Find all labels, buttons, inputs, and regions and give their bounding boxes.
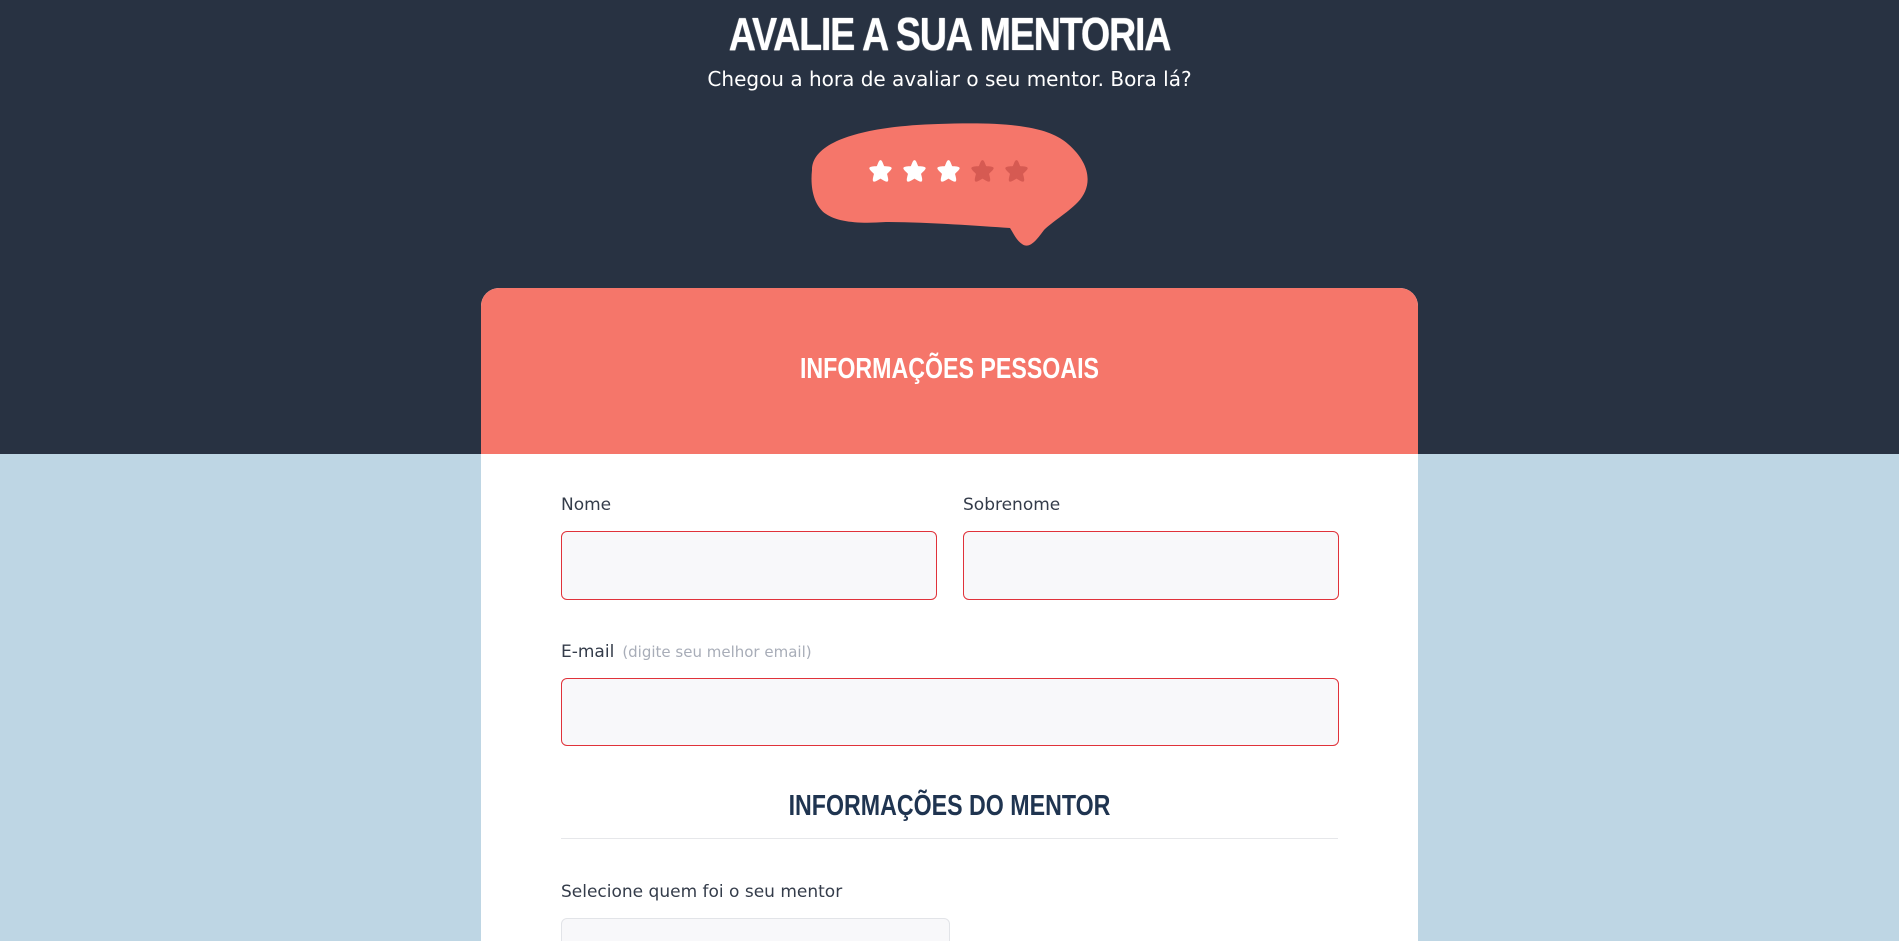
email-label-group: E-mail (digite seu melhor email) [561, 640, 812, 664]
mentor-select[interactable] [561, 918, 950, 941]
star-icon[interactable] [866, 158, 895, 187]
last-name-label: Sobrenome [963, 495, 1061, 515]
section-divider [561, 838, 1338, 839]
email-hint: (digite seu melhor email) [622, 643, 812, 661]
first-name-label: Nome [561, 495, 612, 515]
email-input[interactable] [561, 678, 1339, 746]
personal-info-title: INFORMAÇÕES PESSOAIS [799, 353, 1100, 385]
star-icon[interactable] [934, 158, 963, 187]
star-rating [866, 158, 1031, 187]
personal-info-header: INFORMAÇÕES PESSOAIS [481, 288, 1418, 454]
email-label: E-mail [561, 642, 615, 662]
page-title: AVALIE A SUA MENTORIA [728, 8, 1172, 60]
page-subtitle: Chegou a hora de avaliar o seu mentor. B… [707, 67, 1192, 91]
evaluation-form-card: INFORMAÇÕES PESSOAIS Nome Sobrenome E-ma… [481, 288, 1418, 941]
rating-bubble [808, 122, 1091, 250]
first-name-input[interactable] [561, 531, 937, 600]
star-icon[interactable] [968, 158, 997, 187]
star-icon[interactable] [900, 158, 929, 187]
star-icon[interactable] [1002, 158, 1031, 187]
mentor-info-title: INFORMAÇÕES DO MENTOR [788, 790, 1111, 822]
mentor-select-label: Selecione quem foi o seu mentor [561, 882, 843, 902]
last-name-input[interactable] [963, 531, 1339, 600]
